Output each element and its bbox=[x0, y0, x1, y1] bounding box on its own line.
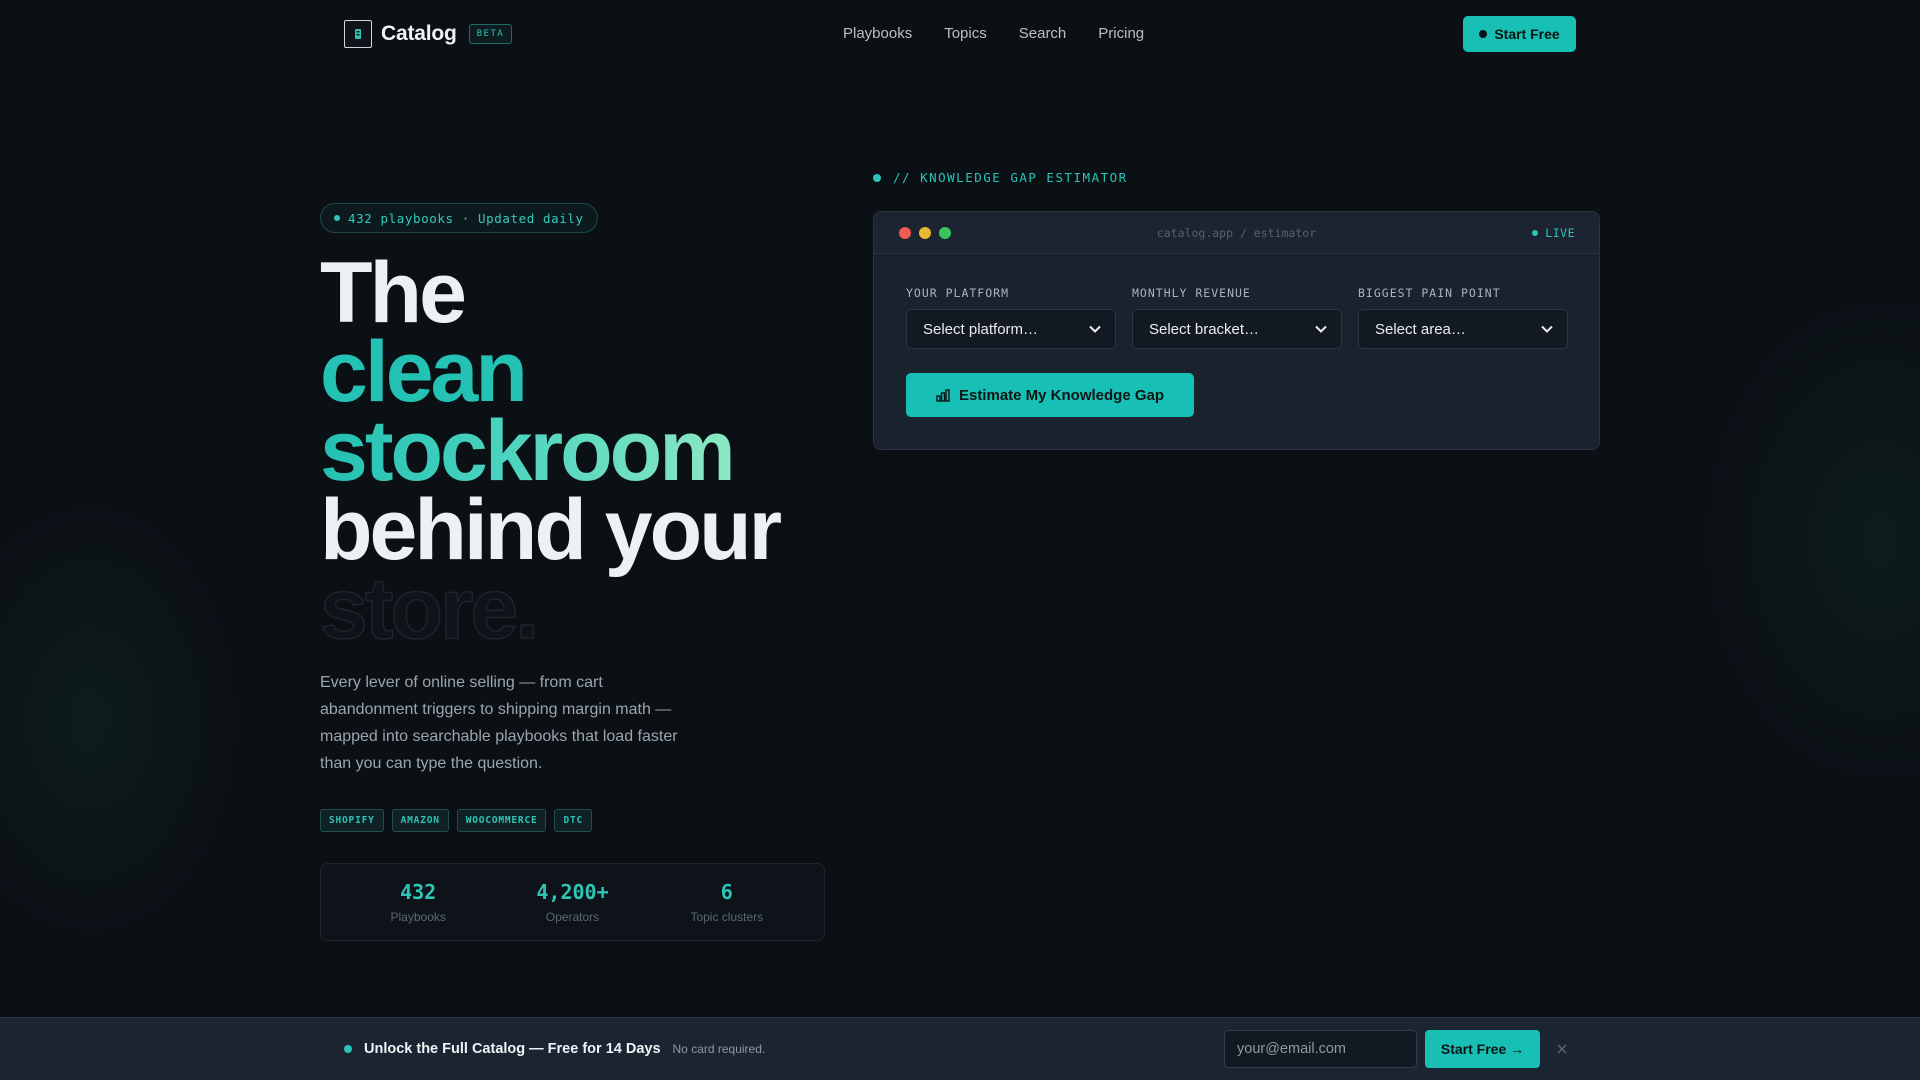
stat-value: 6 bbox=[720, 880, 733, 904]
banner-subtitle: No card required. bbox=[672, 1042, 766, 1056]
promo-banner: Unlock the Full Catalog — Free for 14 Da… bbox=[0, 1017, 1920, 1080]
stat-operators: 4,200+ Operators bbox=[497, 880, 647, 924]
chevron-down-icon bbox=[1089, 325, 1101, 333]
dot-icon bbox=[1479, 30, 1488, 38]
tag-woocommerce: WOOCOMMERCE bbox=[456, 809, 547, 832]
field-label: MONTHLY REVENUE bbox=[1132, 286, 1251, 300]
banner-message: Unlock the Full Catalog — Free for 14 Da… bbox=[344, 1041, 765, 1057]
pain-point-field: BIGGEST PAIN POINT Select area… bbox=[1358, 286, 1568, 349]
estimator-window: catalog.app / estimator LIVE YOUR PLATFO… bbox=[873, 211, 1600, 450]
stat-playbooks: 432 Playbooks bbox=[343, 880, 493, 924]
estimator-section-title: // KNOWLEDGE GAP ESTIMATOR bbox=[873, 170, 1128, 185]
headline-line-2: clean bbox=[320, 324, 528, 420]
live-dot-icon bbox=[1532, 230, 1539, 236]
nav-link-playbooks[interactable]: Playbooks bbox=[843, 25, 912, 42]
select-value: Select platform… bbox=[923, 320, 1039, 338]
section-dot-icon bbox=[873, 173, 881, 182]
stat-label: Playbooks bbox=[390, 910, 446, 924]
estimate-button-label: Estimate My Knowledge Gap bbox=[958, 386, 1165, 404]
headline-line-4: behind your bbox=[320, 482, 782, 578]
stat-value: 432 bbox=[400, 880, 437, 904]
book-box-icon bbox=[344, 20, 372, 48]
estimator-fields: YOUR PLATFORM Select platform… MONTHLY R… bbox=[906, 286, 1568, 349]
headline-line-1: The bbox=[320, 245, 467, 341]
top-nav: Catalog BETA Playbooks Topics Search Pri… bbox=[0, 0, 1920, 68]
nav-link-pricing[interactable]: Pricing bbox=[1098, 25, 1144, 42]
stat-topic-clusters: 6 Topic clusters bbox=[652, 880, 802, 924]
status-dot-icon bbox=[334, 215, 340, 221]
platform-select[interactable]: Select platform… bbox=[906, 309, 1116, 349]
field-label: BIGGEST PAIN POINT bbox=[1358, 286, 1501, 300]
nav-start-free-button[interactable]: Start Free bbox=[1463, 16, 1576, 52]
tag-shopify: SHOPIFY bbox=[320, 809, 384, 832]
window-url: catalog.app / estimator bbox=[1156, 226, 1317, 240]
update-pill: 432 playbooks · Updated daily bbox=[320, 203, 598, 233]
nav-link-search[interactable]: Search bbox=[1019, 25, 1067, 42]
platform-tags: SHOPIFY AMAZON WOOCOMMERCE DTC bbox=[320, 809, 593, 832]
select-value: Select area… bbox=[1375, 320, 1466, 338]
stats-panel: 432 Playbooks 4,200+ Operators 6 Topic c… bbox=[320, 863, 825, 941]
estimator-title-text: // KNOWLEDGE GAP ESTIMATOR bbox=[893, 170, 1128, 185]
hero-headline: The clean stockroom behind your store. bbox=[319, 245, 782, 657]
headline-line-5: store. bbox=[319, 561, 540, 657]
banner-dot-icon bbox=[344, 1045, 352, 1053]
nav-cta-label: Start Free bbox=[1494, 26, 1560, 42]
nav-link-topics[interactable]: Topics bbox=[944, 25, 987, 42]
live-label: LIVE bbox=[1545, 226, 1575, 240]
nav-links: Playbooks Topics Search Pricing bbox=[843, 25, 1144, 42]
stat-label: Operators bbox=[545, 910, 600, 924]
field-label: YOUR PLATFORM bbox=[906, 286, 1010, 300]
estimate-button[interactable]: Estimate My Knowledge Gap bbox=[906, 373, 1194, 417]
banner-start-free-button[interactable]: Start Free → bbox=[1425, 1030, 1540, 1068]
hero-description: Every lever of online selling — from car… bbox=[320, 674, 678, 772]
pill-text: 432 playbooks · Updated daily bbox=[348, 210, 584, 226]
email-input[interactable]: your@email.com bbox=[1224, 1030, 1417, 1068]
chevron-down-icon bbox=[1315, 325, 1327, 333]
tag-amazon: AMAZON bbox=[391, 809, 449, 832]
banner-title: Unlock the Full Catalog — Free for 14 Da… bbox=[364, 1041, 661, 1057]
stat-value: 4,200+ bbox=[536, 880, 609, 904]
revenue-field: MONTHLY REVENUE Select bracket… bbox=[1132, 286, 1342, 349]
logo-text: Catalog bbox=[381, 22, 457, 45]
select-value: Select bracket… bbox=[1149, 320, 1260, 338]
bar-chart-icon bbox=[936, 388, 950, 402]
logo[interactable]: Catalog BETA bbox=[344, 20, 513, 48]
close-icon[interactable] bbox=[1555, 1042, 1569, 1056]
beta-badge: BETA bbox=[468, 24, 513, 44]
tag-dtc: DTC bbox=[554, 809, 593, 832]
live-indicator: LIVE bbox=[1532, 226, 1575, 240]
chevron-down-icon bbox=[1541, 325, 1553, 333]
revenue-select[interactable]: Select bracket… bbox=[1132, 309, 1342, 349]
window-titlebar: catalog.app / estimator LIVE bbox=[874, 212, 1599, 254]
stat-label: Topic clusters bbox=[690, 910, 764, 924]
platform-field: YOUR PLATFORM Select platform… bbox=[906, 286, 1116, 349]
pain-point-select[interactable]: Select area… bbox=[1358, 309, 1568, 349]
